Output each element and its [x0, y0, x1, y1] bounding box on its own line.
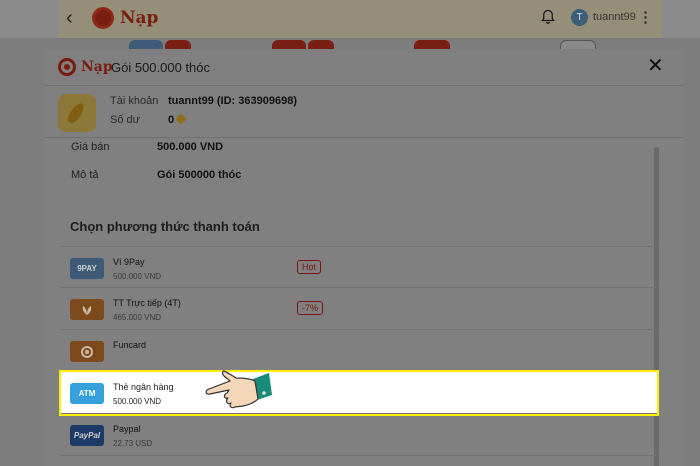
description-value: Gói 500000 thóc — [157, 169, 242, 181]
coin-icon — [175, 113, 187, 125]
payment-method-name: TT Trực tiếp (4T) — [113, 298, 181, 308]
back-icon[interactable]: ‹ — [66, 7, 73, 30]
avatar[interactable]: T — [571, 9, 588, 26]
discount-badge: -7% — [297, 301, 324, 315]
balance-amount: 0 — [168, 114, 175, 126]
funcard-icon — [70, 341, 104, 362]
payment-section-title: Chọn phương thức thanh toán — [70, 219, 260, 234]
balance-value: 0 — [168, 113, 187, 126]
modal-header: Nạp Gói 500.000 thóc ✕ — [44, 49, 684, 86]
app-logo-icon — [92, 7, 114, 29]
account-label: Tài khoản — [110, 95, 159, 107]
username-label[interactable]: tuannt99 — [593, 11, 636, 23]
paypal-icon: PayPal — [70, 425, 104, 446]
bell-icon[interactable] — [540, 9, 556, 25]
payment-method-price: 500.000 VND — [113, 272, 162, 281]
description-label: Mô tả — [71, 169, 99, 181]
leaf-icon — [70, 299, 104, 320]
app-brand: Nạp — [120, 8, 159, 28]
modal-brand: Nạp — [81, 59, 113, 75]
payment-method-name: Funcard — [113, 340, 147, 350]
payment-method-direct[interactable]: TT Trực tiếp (4T) 465.000 VND -7% — [61, 288, 657, 330]
9pay-icon: 9PAY — [70, 258, 104, 279]
payment-method-9pay[interactable]: 9PAY Ví 9Pay 500.000 VND Hot — [61, 246, 657, 288]
payment-method-name: Thẻ ngân hàng — [113, 382, 174, 392]
payment-method-name: Ví 9Pay — [113, 257, 145, 267]
payment-method-price: 22.73 USD — [113, 439, 153, 448]
payment-method-bank-card[interactable]: ATM Thẻ ngân hàng 500.000 VND — [59, 370, 659, 416]
account-value: tuannt99 (ID: 363909698) — [168, 95, 297, 107]
payment-method-paypal[interactable]: PayPal Paypal 22.73 USD — [61, 414, 657, 456]
more-icon[interactable]: ⋮ — [638, 8, 653, 26]
payment-method-price: 465.000 VND — [113, 313, 162, 322]
package-icon — [58, 94, 96, 132]
price-label: Giá bán — [71, 141, 110, 153]
balance-label: Số dư — [110, 114, 140, 126]
modal-title: Gói 500.000 thóc — [111, 60, 211, 75]
payment-methods-list: 9PAY Ví 9Pay 500.000 VND Hot TT Trực tiế… — [59, 246, 659, 456]
account-info: Tài khoản tuannt99 (ID: 363909698) Số dư… — [44, 86, 684, 138]
atm-icon: ATM — [70, 383, 104, 404]
price-value: 500.000 VND — [157, 141, 224, 153]
close-icon[interactable]: ✕ — [647, 56, 664, 76]
pointing-hand-icon — [205, 370, 272, 409]
brand-logo-icon — [58, 58, 76, 76]
package-modal: Nạp Gói 500.000 thóc ✕ Tài khoản tuannt9… — [44, 49, 684, 466]
payment-method-funcard[interactable]: Funcard — [61, 330, 657, 372]
hot-badge: Hot — [297, 260, 322, 274]
payment-method-name: Paypal — [113, 424, 141, 434]
payment-method-price: 500.000 VND — [113, 397, 162, 406]
